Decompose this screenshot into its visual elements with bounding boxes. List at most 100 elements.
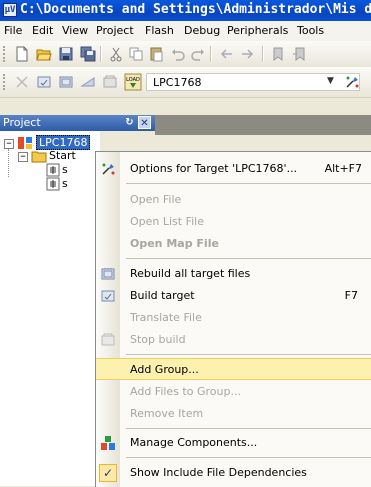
menu-item-open-list-file[interactable]: Open List File bbox=[96, 211, 371, 233]
editor-area-background bbox=[155, 115, 371, 135]
window-title-bar[interactable]: µV C:\Documents and Settings\Administrad… bbox=[0, 0, 371, 21]
menu-item-label: Show Include File Dependencies bbox=[130, 466, 307, 479]
bookmark-icon[interactable] bbox=[270, 46, 286, 62]
target-select[interactable]: LPC1768 ▼ bbox=[146, 73, 360, 91]
project-panel-title: Project bbox=[3, 116, 41, 129]
project-tree: − LPC1768 − Start s s bbox=[0, 131, 100, 486]
menu-item-label: Remove Item bbox=[130, 407, 204, 420]
uvision-app-icon: µV bbox=[3, 3, 17, 17]
menu-flash[interactable]: Flash bbox=[145, 24, 174, 37]
menu-item-label: Open Map File bbox=[130, 237, 219, 250]
menu-item-manage-components[interactable]: Manage Components... bbox=[96, 432, 371, 454]
menu-item-build-target[interactable]: Build target F7 bbox=[96, 285, 371, 307]
new-file-icon[interactable] bbox=[14, 46, 30, 62]
menu-edit[interactable]: Edit bbox=[32, 24, 53, 37]
stop-build-icon[interactable] bbox=[102, 74, 118, 90]
close-icon[interactable]: ✕ bbox=[138, 116, 151, 129]
manage-components-icon bbox=[101, 436, 115, 450]
menu-tools[interactable]: Tools bbox=[297, 24, 324, 37]
menu-debug[interactable]: Debug bbox=[184, 24, 220, 37]
menu-view[interactable]: View bbox=[62, 24, 88, 37]
file-toolbar bbox=[0, 41, 371, 68]
target-icon bbox=[18, 137, 32, 149]
menu-separator bbox=[126, 183, 371, 184]
batch-build-icon[interactable] bbox=[80, 74, 96, 90]
project-panel-header: Project ↻ ✕ bbox=[0, 115, 155, 131]
menu-file[interactable]: File bbox=[4, 24, 22, 37]
build-icon bbox=[101, 290, 115, 302]
menu-item-label: Translate File bbox=[130, 311, 202, 324]
save-icon[interactable] bbox=[58, 46, 74, 62]
menu-item-shortcut: Alt+F7 bbox=[324, 162, 362, 175]
menu-item-show-include-dependencies[interactable]: ✓ Show Include File Dependencies bbox=[96, 462, 371, 484]
tree-root-lpc1768[interactable]: LPC1768 bbox=[36, 135, 91, 150]
menu-item-remove-item[interactable]: Remove Item bbox=[96, 403, 371, 425]
source-file-icon bbox=[46, 177, 60, 191]
menu-item-open-map-file[interactable]: Open Map File bbox=[96, 233, 371, 255]
folder-icon bbox=[31, 151, 47, 163]
menu-item-label: Open List File bbox=[130, 215, 205, 228]
tree-file[interactable]: s bbox=[62, 177, 68, 190]
paste-icon[interactable] bbox=[148, 46, 164, 62]
menu-project[interactable]: Project bbox=[96, 24, 134, 37]
download-load-icon[interactable]: LOAD bbox=[124, 73, 142, 91]
translate-icon[interactable] bbox=[14, 74, 30, 90]
bookmark-prev-icon[interactable] bbox=[292, 46, 308, 62]
menu-peripherals[interactable]: Peripherals bbox=[227, 24, 288, 37]
menu-item-rebuild-all[interactable]: Rebuild all target files bbox=[96, 263, 371, 285]
menu-item-translate-file[interactable]: Translate File bbox=[96, 307, 371, 329]
source-file-icon bbox=[46, 163, 60, 177]
window-title: C:\Documents and Settings\Administrador\… bbox=[20, 2, 371, 17]
tree-line bbox=[8, 149, 10, 177]
menu-item-open-file[interactable]: Open File bbox=[96, 189, 371, 211]
collapse-icon[interactable]: − bbox=[18, 152, 28, 162]
menu-separator bbox=[126, 428, 371, 429]
menu-item-add-group[interactable]: Add Group... bbox=[96, 358, 371, 380]
menu-separator bbox=[126, 354, 371, 355]
build-toolbar: LOAD LPC1768 ▼ bbox=[0, 67, 371, 98]
tree-group-startup[interactable]: Start bbox=[49, 149, 76, 162]
menu-item-add-files-to-group[interactable]: Add Files to Group... bbox=[96, 381, 371, 403]
open-folder-icon[interactable] bbox=[36, 46, 52, 62]
target-select-value: LPC1768 bbox=[153, 76, 202, 89]
pin-icon[interactable]: ↻ bbox=[123, 116, 136, 129]
rebuild-icon[interactable] bbox=[58, 74, 74, 90]
menu-item-label: Open File bbox=[130, 193, 182, 206]
toolbar-grip[interactable] bbox=[3, 74, 8, 90]
menu-item-label: Manage Components... bbox=[130, 436, 258, 449]
chevron-down-icon[interactable]: ▼ bbox=[327, 76, 334, 86]
cut-icon[interactable] bbox=[108, 46, 124, 62]
redo-icon[interactable] bbox=[190, 46, 206, 62]
project-context-menu: Options for Target 'LPC1768'... Alt+F7 O… bbox=[95, 151, 371, 487]
menu-item-options-for-target[interactable]: Options for Target 'LPC1768'... Alt+F7 bbox=[96, 158, 371, 180]
menu-bar: File Edit View Project Flash Debug Perip… bbox=[0, 21, 371, 41]
menu-item-label: Options for Target 'LPC1768'... bbox=[130, 162, 298, 175]
target-options-icon[interactable] bbox=[344, 74, 360, 90]
navigate-forward-icon[interactable] bbox=[240, 46, 256, 62]
menu-item-label: Build target bbox=[130, 289, 195, 302]
menu-item-label: Stop build bbox=[130, 333, 186, 346]
menu-item-label: Add Files to Group... bbox=[130, 385, 241, 398]
save-all-icon[interactable] bbox=[80, 46, 96, 62]
toolbar-separator bbox=[210, 46, 212, 62]
stop-build-icon bbox=[101, 333, 115, 346]
rebuild-icon bbox=[101, 268, 115, 280]
menu-separator bbox=[126, 258, 371, 259]
menu-item-stop-build[interactable]: Stop build bbox=[96, 329, 371, 351]
toolbar-separator bbox=[262, 46, 264, 62]
undo-icon[interactable] bbox=[170, 46, 186, 62]
menu-separator bbox=[126, 457, 371, 458]
checkmark-icon: ✓ bbox=[99, 464, 117, 482]
load-label: LOAD bbox=[126, 77, 140, 83]
target-options-icon bbox=[102, 163, 115, 175]
tree-file[interactable]: s bbox=[62, 163, 68, 176]
toolbar-separator bbox=[100, 46, 102, 62]
copy-icon[interactable] bbox=[128, 46, 144, 62]
toolbar-grip[interactable] bbox=[3, 46, 8, 62]
menu-item-label: Rebuild all target files bbox=[130, 267, 251, 280]
collapse-icon[interactable]: − bbox=[4, 139, 14, 149]
menu-item-label: Add Group... bbox=[130, 363, 199, 376]
build-icon[interactable] bbox=[36, 74, 52, 90]
menu-item-shortcut: F7 bbox=[344, 289, 358, 302]
navigate-back-icon[interactable] bbox=[218, 46, 234, 62]
